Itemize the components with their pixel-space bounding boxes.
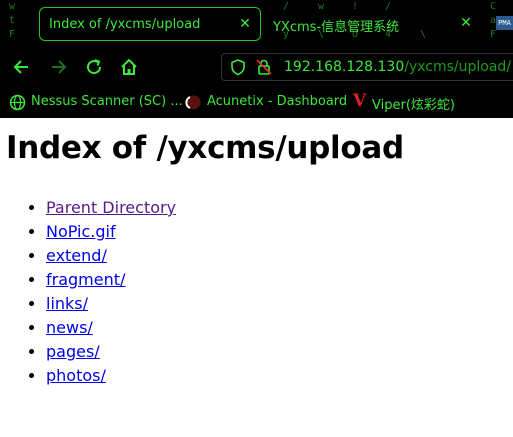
back-button[interactable] <box>9 54 35 80</box>
bookmark-nessus[interactable]: Nessus Scanner (SC) ... <box>9 93 183 111</box>
close-icon[interactable]: ✕ <box>457 14 475 32</box>
link-pages[interactable]: pages/ <box>46 342 100 361</box>
bookmark-viper[interactable]: V Viper(炫彩蛇) <box>353 91 473 113</box>
url-host: 192.168.128.130 <box>284 59 405 75</box>
list-item: links/ <box>46 292 176 316</box>
list-item: Parent Directory <box>46 196 176 220</box>
back-arrow-icon <box>13 60 28 74</box>
shield-icon[interactable] <box>229 58 247 80</box>
browser-chrome: w t F / y w \ ! U / 4 \ C F a Index of /… <box>0 0 513 118</box>
list-item: extend/ <box>46 244 176 268</box>
reload-icon <box>87 59 102 75</box>
link-fragment[interactable]: fragment/ <box>46 270 125 289</box>
url-path: /yxcms/upload/ <box>404 59 512 75</box>
bookmark-label: Acunetix - Dashboard <box>207 94 348 109</box>
forward-arrow-icon <box>52 60 67 74</box>
bookmark-label: Nessus Scanner (SC) ... <box>31 94 183 109</box>
forward-button[interactable] <box>45 54 71 80</box>
tab-yxcms[interactable]: YXcms-信息管理系统 ✕ <box>263 7 485 41</box>
bookmark-acunetix[interactable]: Acunetix - Dashboard <box>185 93 348 111</box>
tab-bar: Index of /yxcms/upload ✕ YXcms-信息管理系统 ✕ … <box>0 0 513 48</box>
list-item: fragment/ <box>46 268 176 292</box>
link-photos[interactable]: photos/ <box>46 366 106 385</box>
link-news[interactable]: news/ <box>46 318 93 337</box>
directory-listing: Parent Directory NoPic.gif extend/ fragm… <box>0 196 176 388</box>
extension-icon[interactable]: PMA <box>496 16 513 30</box>
link-links[interactable]: links/ <box>46 294 88 313</box>
insecure-lock-icon[interactable] <box>255 58 273 80</box>
globe-icon <box>9 94 26 111</box>
tab-title: YXcms-信息管理系统 <box>273 20 400 35</box>
url-text: 192.168.128.130/yxcms/upload/ <box>284 59 511 75</box>
reload-button[interactable] <box>81 54 107 80</box>
page-title: Index of /yxcms/upload <box>6 130 404 166</box>
home-icon <box>121 58 137 75</box>
acunetix-icon <box>185 95 201 110</box>
viper-icon: V <box>353 91 367 111</box>
tab-index-of-upload[interactable]: Index of /yxcms/upload ✕ <box>39 7 261 41</box>
bookmark-label: Viper(炫彩蛇) <box>372 98 455 113</box>
list-item: pages/ <box>46 340 176 364</box>
tab-title: Index of /yxcms/upload <box>49 17 201 32</box>
close-icon[interactable]: ✕ <box>236 15 254 33</box>
link-extend[interactable]: extend/ <box>46 246 107 265</box>
list-item: NoPic.gif <box>46 220 176 244</box>
list-item: news/ <box>46 316 176 340</box>
page-content: Index of /yxcms/upload Parent Directory … <box>0 118 513 437</box>
link-parent-directory[interactable]: Parent Directory <box>46 198 176 217</box>
link-nopic-gif[interactable]: NoPic.gif <box>46 222 116 241</box>
home-button[interactable] <box>116 54 142 80</box>
bookmarks-toolbar: Nessus Scanner (SC) ... Acunetix - Dashb… <box>0 86 513 118</box>
list-item: photos/ <box>46 364 176 388</box>
address-bar[interactable]: 192.168.128.130/yxcms/upload/ <box>221 53 513 81</box>
